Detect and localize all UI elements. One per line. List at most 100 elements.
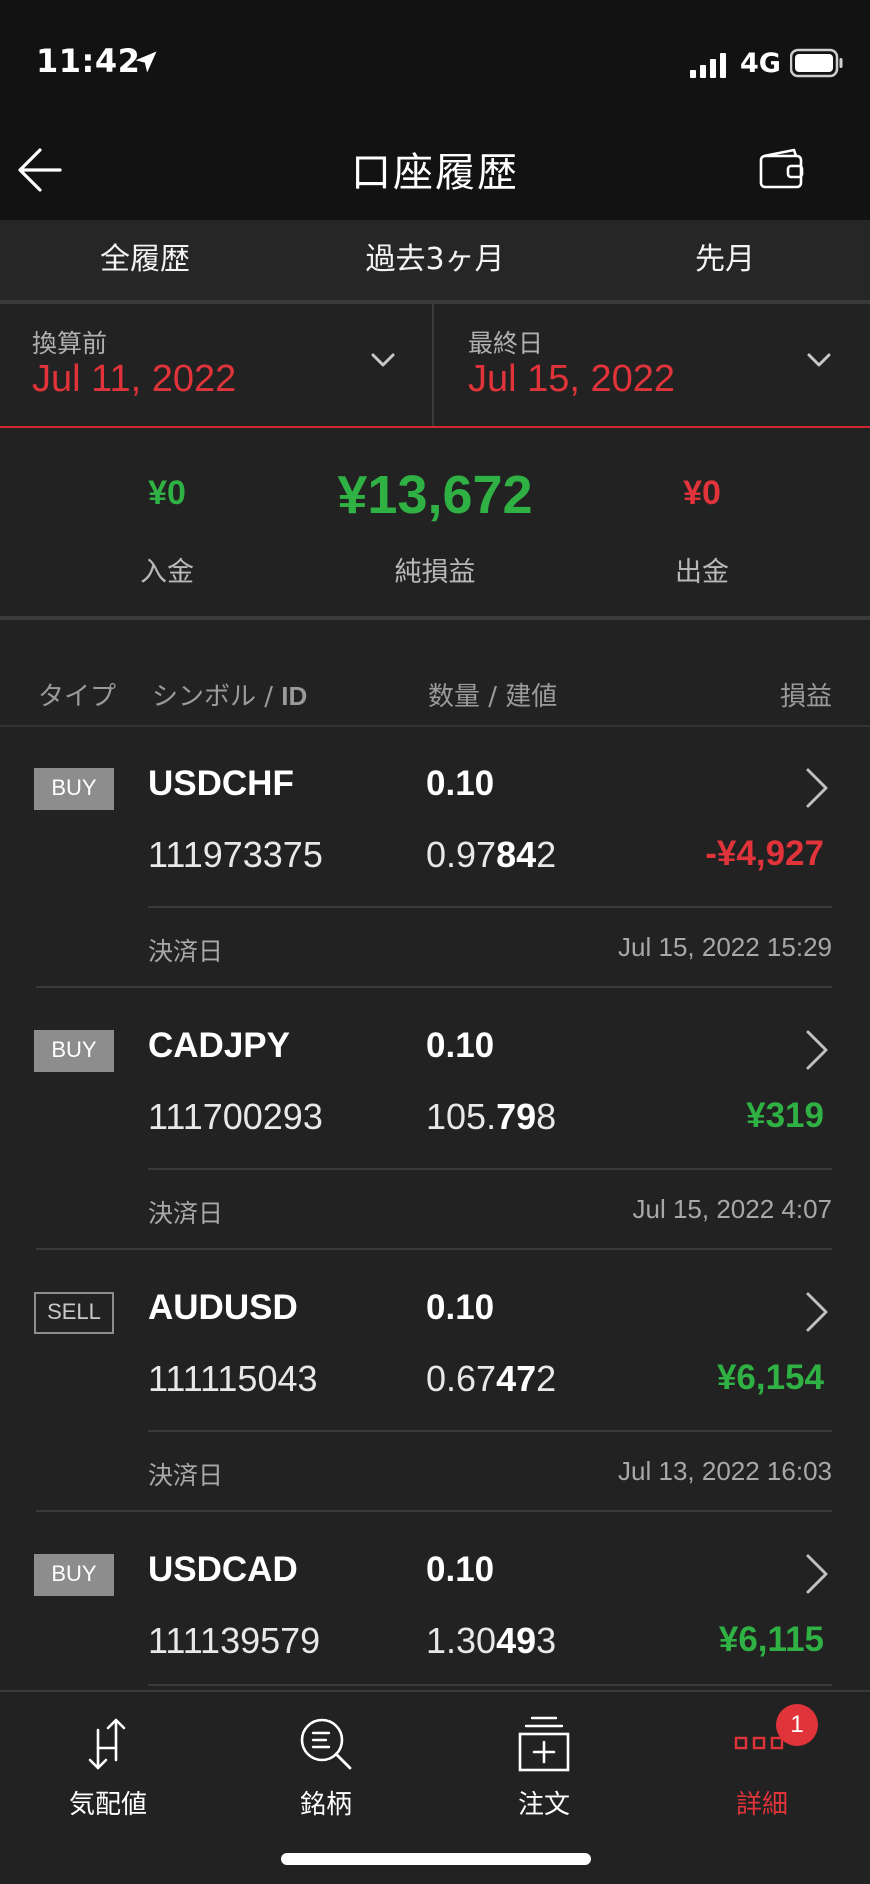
net-profit-label: 純損益 [394, 557, 476, 588]
tab-symbols-label: 銘柄 [299, 1790, 352, 1820]
start-date-picker[interactable]: 換算前 Jul 11, 2022 [0, 304, 434, 426]
divider [0, 616, 870, 620]
price-post: 2 [536, 1358, 557, 1399]
chevron-down-icon [807, 353, 831, 367]
trade-pl: ¥6,115 [718, 1620, 824, 1659]
trade-price: 0.97842 [426, 834, 556, 876]
filter-tab-all[interactable]: 全履歴 [0, 220, 290, 300]
trade-type-badge: BUY [34, 1554, 114, 1596]
price-post: 2 [536, 834, 557, 875]
net-profit-value: ¥13,672 [337, 465, 533, 525]
signal-icon [690, 53, 726, 78]
trade-qty: 0.10 [426, 1026, 495, 1065]
tab-order[interactable]: 注文 [454, 1692, 634, 1822]
settle-label: 決済日 [148, 1461, 224, 1490]
trade-id: 111973375 [148, 834, 323, 875]
price-pre: 105. [426, 1096, 497, 1137]
search-list-icon [300, 1718, 352, 1770]
chevron-right-icon [806, 768, 828, 808]
price-pre: 0.67 [426, 1358, 497, 1399]
chevron-down-icon [371, 353, 395, 367]
trade-row[interactable]: BUY USDCAD 0.10 111139579 1.30493 ¥6,115 [0, 1512, 870, 1690]
tab-symbols[interactable]: 銘柄 [236, 1692, 416, 1822]
trade-id: 111700293 [148, 1096, 323, 1137]
settle-date: Jul 13, 2022 16:03 [618, 1456, 832, 1486]
trade-type-badge: BUY [34, 1030, 114, 1072]
divider [148, 1684, 832, 1686]
col-pl: 損益 [779, 682, 832, 712]
col-type: タイプ [38, 682, 117, 712]
list-header: タイプ シンボル / ID 数量 / 建値 損益 [0, 676, 870, 726]
location-arrow-icon [135, 51, 157, 73]
notification-badge: 1 [776, 1704, 818, 1746]
divider [148, 1430, 832, 1432]
col-symbol: シンボル / ID [152, 676, 307, 713]
summary-panel: ¥0 ¥13,672 ¥0 入金 純損益 出金 [0, 430, 870, 616]
settle-date: Jul 15, 2022 4:07 [632, 1194, 833, 1224]
trade-pl: ¥319 [746, 1096, 824, 1135]
price-pre: 1.30 [426, 1620, 497, 1661]
trade-type-badge: BUY [34, 768, 114, 810]
page-title: 口座履歴 [351, 150, 519, 196]
col-qty: 数量 / 建値 [428, 682, 558, 712]
tab-details[interactable]: 詳細 [672, 1692, 852, 1822]
trade-symbol: USDCHF [148, 764, 294, 803]
end-date-picker[interactable]: 最終日 Jul 15, 2022 [436, 304, 870, 426]
trade-price: 1.30493 [426, 1620, 556, 1662]
trade-type-badge: SELL [34, 1292, 114, 1334]
price-pre: 0.97 [426, 834, 497, 875]
start-date-label: 換算前 [32, 329, 108, 358]
trade-qty: 0.10 [426, 764, 495, 803]
withdrawal-label: 出金 [675, 557, 729, 588]
deposit-value: ¥0 [148, 474, 186, 512]
account-history-screen: 11:42 4G 口座履歴 全履歴 過去3ヶ月 先月 換算前 Jul 11, 2… [0, 0, 870, 1884]
trade-row[interactable]: SELL AUDUSD 0.10 111115043 0.67472 ¥6,15… [0, 1250, 870, 1512]
chevron-right-icon [806, 1292, 828, 1332]
arrows-updown-icon [88, 1718, 126, 1770]
trade-pl: ¥6,154 [716, 1358, 824, 1397]
price-post: 8 [536, 1096, 557, 1137]
tab-details-label: 詳細 [735, 1790, 788, 1820]
battery-icon [790, 48, 843, 78]
trade-row[interactable]: BUY USDCHF 0.10 111973375 0.97842 -¥4,92… [0, 726, 870, 988]
trade-symbol: AUDUSD [148, 1288, 298, 1327]
price-pips: 84 [496, 834, 537, 875]
period-filter-tabs: 全履歴 過去3ヶ月 先月 [0, 220, 870, 300]
trade-price: 0.67472 [426, 1358, 556, 1400]
nav-bar: 口座履歴 [0, 120, 870, 220]
trade-id: 111115043 [148, 1358, 318, 1399]
col-symbol-text: シンボル / [152, 682, 282, 712]
trade-qty: 0.10 [426, 1550, 495, 1589]
filter-tab-3months[interactable]: 過去3ヶ月 [290, 220, 580, 300]
start-date-value: Jul 11, 2022 [32, 358, 237, 400]
chevron-right-icon [806, 1554, 828, 1594]
trade-row[interactable]: BUY CADJPY 0.10 111700293 105.798 ¥319 決… [0, 988, 870, 1250]
status-bar: 11:42 4G [0, 0, 870, 120]
withdrawal-value: ¥0 [683, 474, 721, 512]
trade-symbol: USDCAD [148, 1550, 298, 1589]
tab-quotes-label: 気配値 [68, 1790, 147, 1820]
settle-label: 決済日 [148, 937, 224, 966]
trade-pl: -¥4,927 [705, 834, 824, 873]
filter-tab-last-month[interactable]: 先月 [580, 220, 870, 300]
order-plus-icon [518, 1716, 570, 1772]
col-symbol-id: ID [281, 681, 308, 711]
wallet-icon[interactable] [758, 146, 806, 190]
settle-label: 決済日 [148, 1199, 224, 1228]
chevron-right-icon [806, 1030, 828, 1070]
date-range: 換算前 Jul 11, 2022 最終日 Jul 15, 2022 [0, 304, 870, 428]
trade-price: 105.798 [426, 1096, 556, 1138]
trade-symbol: CADJPY [148, 1026, 290, 1065]
price-post: 3 [536, 1620, 557, 1661]
price-pips: 47 [496, 1358, 537, 1399]
end-date-label: 最終日 [468, 329, 544, 358]
network-label: 4G [740, 48, 781, 79]
home-indicator[interactable] [281, 1853, 591, 1865]
tab-order-label: 注文 [517, 1790, 570, 1820]
price-pips: 79 [496, 1096, 537, 1137]
tab-quotes[interactable]: 気配値 [18, 1692, 198, 1822]
trade-id: 111139579 [148, 1620, 321, 1661]
divider [148, 906, 832, 908]
price-pips: 49 [496, 1620, 537, 1661]
settle-date: Jul 15, 2022 15:29 [618, 932, 832, 962]
